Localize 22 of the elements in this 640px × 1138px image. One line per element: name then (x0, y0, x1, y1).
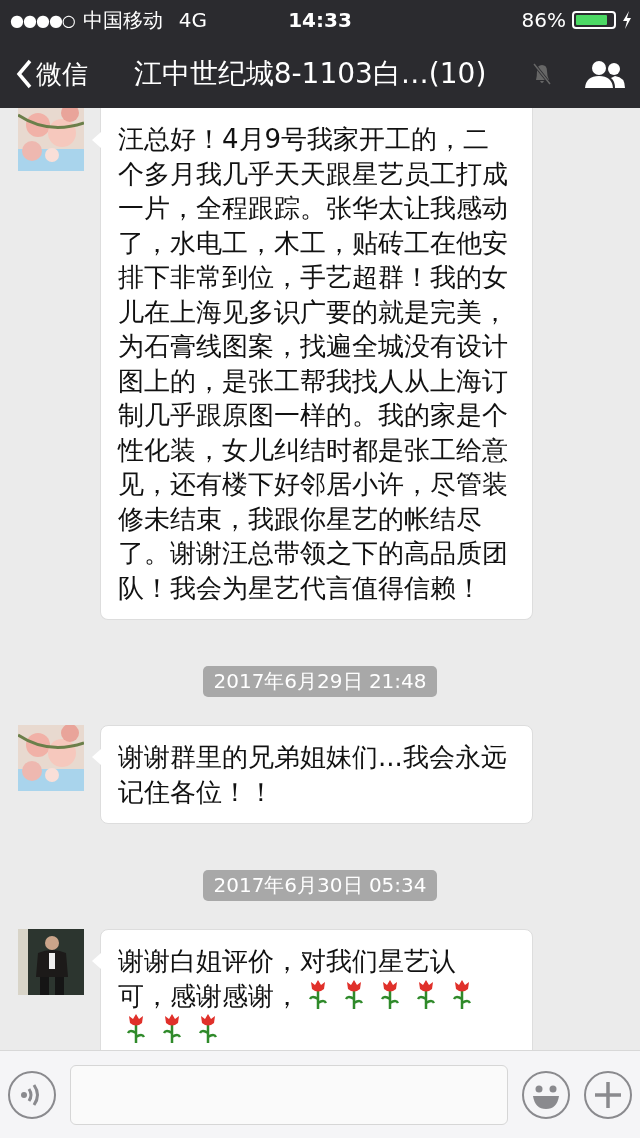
clock: 14:33 (288, 8, 352, 32)
emoji-button[interactable] (522, 1070, 570, 1119)
message-text: 汪总好！4月9号我家开工的，二个多月我几乎天天跟星艺员工打成一片，全程跟踪。张华太让我感动了，水电工，木工，贴砖工在他安排下非常到位，手艺超群！我的女儿在上海见多识广要的就是完美，为石膏线图案，找遍全城没有设计图上的，是张工帮我找人从上海订制几乎跟原图一样的。我的家是个性化装，女儿纠结时都是张工给意见，还有楼下好邻居小许，尽管装修未结束，我跟你星艺的帐结尽了。谢谢汪总带领之下的高品质团队！我会为星艺代言值得信赖！ (118, 123, 509, 605)
timestamp: 2017年6月30日 05:34 (203, 870, 437, 901)
battery-icon (572, 11, 616, 29)
message-text: 谢谢白姐评价，对我们星艺认 (118, 945, 456, 978)
battery-percent: 86% (521, 8, 566, 32)
chevron-icon (16, 59, 32, 89)
network-type: 4G (178, 8, 208, 32)
message-text: 可，感谢感谢， (118, 979, 300, 1013)
lightning-icon (622, 11, 632, 29)
timestamp: 2017年6月29日 21:48 (203, 666, 437, 697)
group-members-icon[interactable] (584, 59, 626, 89)
chat-title: 江中世纪城8-1103白…(10) (132, 56, 488, 92)
plus-icon (593, 1079, 623, 1110)
voice-button[interactable] (8, 1070, 56, 1119)
back-button[interactable]: 微信 (16, 56, 88, 92)
message-input[interactable] (70, 1064, 508, 1125)
carrier-name: 中国移动 (82, 6, 163, 34)
message-text: 谢谢群里的兄弟姐妹们...我会永远记住各位！！ (118, 741, 508, 809)
plus-button[interactable] (584, 1070, 632, 1119)
signal-strength: ●●●●○ (10, 10, 75, 30)
